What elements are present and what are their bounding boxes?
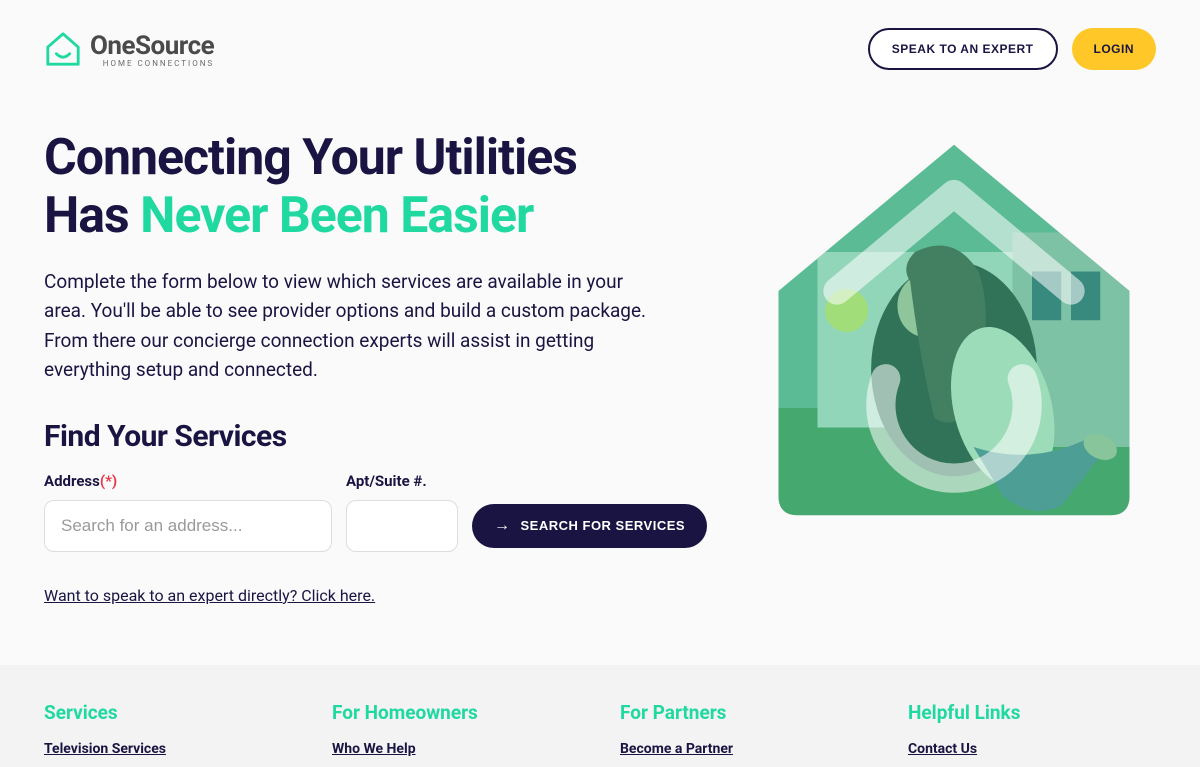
- find-services-heading: Find Your Services: [44, 419, 714, 454]
- footer-link-become-partner[interactable]: Become a Partner: [620, 741, 733, 757]
- hero-title-line2-prefix: Has: [44, 187, 140, 245]
- search-form: Address(*) Apt/Suite #. → SEARCH FOR SER…: [44, 472, 714, 552]
- address-input[interactable]: [44, 500, 332, 552]
- hero-content: Connecting Your Utilities Has Never Been…: [44, 130, 714, 605]
- search-button-label: SEARCH FOR SERVICES: [521, 518, 686, 533]
- address-field-group: Address(*): [44, 472, 332, 552]
- footer-link-television[interactable]: Television Services: [44, 741, 166, 757]
- footer: Services Television Services For Homeown…: [0, 665, 1200, 767]
- apt-label: Apt/Suite #.: [346, 472, 458, 490]
- footer-col-homeowners: For Homeowners Who We Help: [332, 701, 580, 757]
- hero-section: Connecting Your Utilities Has Never Been…: [0, 90, 1200, 665]
- arrow-right-icon: →: [494, 517, 511, 535]
- required-marker: (*): [100, 472, 117, 490]
- logo-sub-text: HOME CONNECTIONS: [90, 59, 214, 68]
- footer-col-helpful: Helpful Links Contact Us: [908, 701, 1156, 757]
- footer-col-partners: For Partners Become a Partner: [620, 701, 868, 757]
- hero-description: Complete the form below to view which se…: [44, 267, 664, 385]
- header: OneSource HOME CONNECTIONS SPEAK TO AN E…: [0, 0, 1200, 90]
- hero-title: Connecting Your Utilities Has Never Been…: [44, 130, 714, 245]
- footer-link-contact[interactable]: Contact Us: [908, 741, 977, 757]
- address-label: Address(*): [44, 472, 332, 490]
- speak-to-expert-button[interactable]: SPEAK TO AN EXPERT: [868, 28, 1058, 70]
- footer-heading: For Partners: [620, 701, 868, 724]
- footer-heading: For Homeowners: [332, 701, 580, 724]
- hero-image: [754, 130, 1154, 530]
- hero-title-line1: Connecting Your Utilities: [44, 129, 577, 187]
- footer-heading: Helpful Links: [908, 701, 1156, 724]
- logo-text: OneSource HOME CONNECTIONS: [90, 31, 214, 68]
- login-button[interactable]: LOGIN: [1072, 28, 1157, 70]
- footer-link-who-we-help[interactable]: Who We Help: [332, 741, 416, 757]
- logo-main-text: OneSource: [90, 31, 214, 61]
- footer-heading: Services: [44, 701, 292, 724]
- address-label-text: Address: [44, 472, 100, 490]
- apt-field-group: Apt/Suite #.: [346, 472, 458, 552]
- hero-image-shape: [759, 135, 1149, 525]
- house-smile-icon: [44, 30, 82, 68]
- apt-input[interactable]: [346, 500, 458, 552]
- logo[interactable]: OneSource HOME CONNECTIONS: [44, 30, 214, 68]
- footer-col-services: Services Television Services: [44, 701, 292, 757]
- speak-expert-link[interactable]: Want to speak to an expert directly? Cli…: [44, 586, 375, 605]
- search-services-button[interactable]: → SEARCH FOR SERVICES: [472, 504, 707, 548]
- hero-title-accent: Never Been Easier: [140, 187, 533, 245]
- nav-actions: SPEAK TO AN EXPERT LOGIN: [868, 28, 1156, 70]
